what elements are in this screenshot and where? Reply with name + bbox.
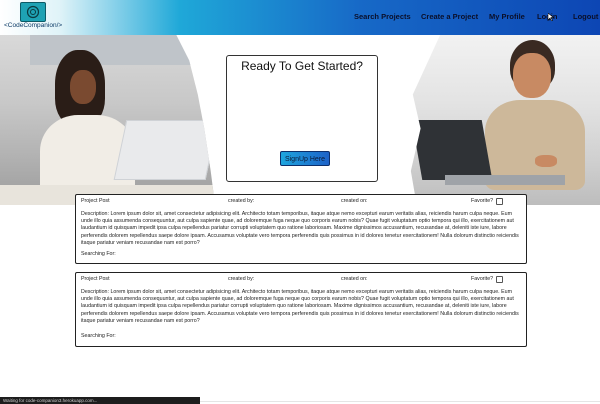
page-divider — [200, 401, 600, 402]
created-on-label: created on: — [341, 198, 368, 204]
post-header: Project Post created by: created on: Fav… — [76, 198, 526, 206]
project-post-card: Project Post created by: created on: Fav… — [75, 194, 527, 264]
signup-button[interactable]: SignUp Here — [280, 151, 330, 166]
hero-section: Ready To Get Started? SignUp Here — [0, 35, 600, 205]
post-description: Description: Lorem ipsum dolor sit, amet… — [81, 289, 519, 324]
favorite-checkbox[interactable] — [496, 198, 503, 205]
nav-my-profile[interactable]: My Profile — [489, 12, 525, 21]
man-laptop-photo — [410, 35, 600, 205]
project-post-label: Project Post — [81, 198, 110, 204]
created-by-label: created by: — [228, 276, 255, 282]
project-post-label: Project Post — [81, 276, 110, 282]
favorite-label: Favorite? — [471, 276, 494, 282]
post-header: Project Post created by: created on: Fav… — [76, 276, 526, 284]
searching-for-label: Searching For: — [81, 251, 116, 257]
mouse-cursor-icon — [548, 13, 554, 21]
favorite-label: Favorite? — [471, 198, 494, 204]
project-post-card: Project Post created by: created on: Fav… — [75, 272, 527, 347]
nav-create-project[interactable]: Create a Project — [421, 12, 478, 21]
created-by-label: created by: — [228, 198, 255, 204]
browser-status-bar: Waiting for code-companion3.herokuapp.co… — [0, 397, 200, 404]
created-on-label: created on: — [341, 276, 368, 282]
searching-for-label: Searching For: — [81, 333, 116, 339]
favorite-checkbox[interactable] — [496, 276, 503, 283]
logo-text: <CodeCompanion/> — [4, 22, 63, 29]
post-description: Description: Lorem ipsum dolor sit, amet… — [81, 211, 519, 246]
computer-logo-icon — [20, 2, 46, 22]
nav-logout[interactable]: Logout — [573, 12, 598, 21]
woman-laptop-photo — [0, 35, 215, 205]
get-started-card: Ready To Get Started? SignUp Here — [226, 55, 378, 182]
top-nav-bar: <CodeCompanion/> Search Projects Create … — [0, 0, 600, 35]
nav-search-projects[interactable]: Search Projects — [354, 12, 411, 21]
get-started-title: Ready To Get Started? — [241, 59, 363, 73]
logo[interactable]: <CodeCompanion/> — [4, 2, 66, 34]
